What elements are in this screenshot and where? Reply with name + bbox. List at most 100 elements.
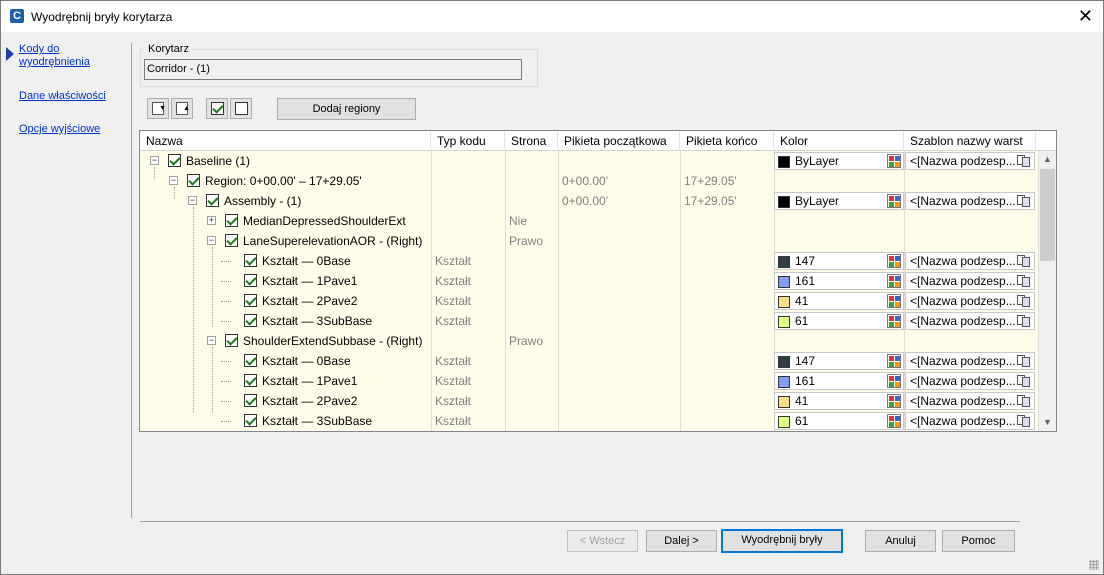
row-checkbox[interactable] <box>244 354 257 367</box>
row-checkbox[interactable] <box>244 254 257 267</box>
row-checkbox[interactable] <box>225 234 238 247</box>
collapse-node-icon[interactable]: − <box>188 196 197 205</box>
scroll-thumb[interactable] <box>1040 169 1055 261</box>
layer-template-field[interactable]: <[Nazwa podzesp... <box>905 252 1035 270</box>
table-row[interactable]: − Assembly - (1) 0+00.00' 17+29.05' ByLayer <… <box>140 191 1038 211</box>
table-row[interactable]: Kształt — 1Pave1 Kształt 161 <[Nazwa podzes… <box>140 371 1038 391</box>
color-field[interactable]: 147 <box>774 352 904 370</box>
table-row[interactable]: Kształt — 2Pave2 Kształt 41 <[Nazwa podzesp… <box>140 291 1038 311</box>
row-checkbox[interactable] <box>244 314 257 327</box>
resize-grip-icon[interactable] <box>1089 560 1099 570</box>
help-button[interactable]: Pomoc <box>942 530 1015 552</box>
color-picker-icon[interactable] <box>887 154 901 168</box>
table-row[interactable]: − Region: 0+00.00' – 17+29.05' 0+00.00' 17+… <box>140 171 1038 191</box>
color-field[interactable]: 161 <box>774 272 904 290</box>
color-picker-icon[interactable] <box>887 414 901 428</box>
row-checkbox[interactable] <box>225 214 238 227</box>
col-header-code-type[interactable]: Typ kodu <box>431 131 505 151</box>
row-checkbox[interactable] <box>225 334 238 347</box>
scroll-up-icon[interactable]: ▲ <box>1039 151 1056 168</box>
row-checkbox[interactable] <box>244 274 257 287</box>
collapse-node-icon[interactable]: − <box>150 156 159 165</box>
row-checkbox[interactable] <box>244 374 257 387</box>
nav-item-property-data[interactable]: Dane właściwości <box>19 90 106 103</box>
row-checkbox[interactable] <box>244 294 257 307</box>
table-row[interactable]: + MedianDepressedShoulderExt Nie <box>140 211 1038 231</box>
table-row[interactable]: Kształt — 2Pave2 Kształt 41 <[Nazwa podzesp… <box>140 391 1038 411</box>
col-header-name[interactable]: Nazwa <box>140 131 431 151</box>
layer-template-field[interactable]: <[Nazwa podzesp... <box>905 312 1035 330</box>
collapse-node-icon[interactable]: − <box>169 176 178 185</box>
col-header-layer-template[interactable]: Szablon nazwy warst <box>904 131 1036 151</box>
template-editor-icon[interactable] <box>1017 374 1032 388</box>
grid-vertical-scrollbar[interactable]: ▲ ▼ <box>1038 151 1056 431</box>
layer-template-field[interactable]: <[Nazwa podzesp... <box>905 372 1035 390</box>
color-field[interactable]: 41 <box>774 292 904 310</box>
table-row[interactable]: Kształt — 3SubBase Kształt 61 <[Nazwa podze… <box>140 411 1038 431</box>
col-header-color[interactable]: Kolor <box>774 131 904 151</box>
close-icon[interactable]: ✕ <box>1078 6 1093 26</box>
add-regions-button[interactable]: Dodaj regiony <box>277 98 416 120</box>
color-picker-icon[interactable] <box>887 254 901 268</box>
color-picker-icon[interactable] <box>887 194 901 208</box>
check-all-button[interactable] <box>206 98 228 119</box>
cancel-button[interactable]: Anuluj <box>865 530 936 552</box>
color-field[interactable]: 41 <box>774 392 904 410</box>
template-editor-icon[interactable] <box>1017 414 1032 428</box>
template-editor-icon[interactable] <box>1017 194 1032 208</box>
layer-template-field[interactable]: <[Nazwa podzesp... <box>905 412 1035 430</box>
color-picker-icon[interactable] <box>887 354 901 368</box>
color-field[interactable]: 61 <box>774 312 904 330</box>
layer-template-field[interactable]: <[Nazwa podzesp... <box>905 272 1035 290</box>
row-checkbox[interactable] <box>206 194 219 207</box>
template-editor-icon[interactable] <box>1017 314 1032 328</box>
color-field[interactable]: ByLayer <box>774 152 904 170</box>
layer-template-field[interactable]: <[Nazwa podzesp... <box>905 352 1035 370</box>
layer-template-field[interactable]: <[Nazwa podzesp... <box>905 392 1035 410</box>
color-picker-icon[interactable] <box>887 294 901 308</box>
table-row[interactable]: Kształt — 3SubBase Kształt 61 <[Nazwa podze… <box>140 311 1038 331</box>
color-field[interactable]: 61 <box>774 412 904 430</box>
expand-all-button[interactable]: ▼ <box>147 98 169 119</box>
collapse-node-icon[interactable]: − <box>207 336 216 345</box>
uncheck-all-button[interactable] <box>230 98 252 119</box>
row-checkbox[interactable] <box>168 154 181 167</box>
table-row[interactable]: Kształt — 1Pave1 Kształt 161 <[Nazwa podzes… <box>140 271 1038 291</box>
collapse-node-icon[interactable]: − <box>207 236 216 245</box>
layer-template-field[interactable]: <[Nazwa podzesp... <box>905 192 1035 210</box>
template-editor-icon[interactable] <box>1017 274 1032 288</box>
color-picker-icon[interactable] <box>887 374 901 388</box>
scroll-down-icon[interactable]: ▼ <box>1039 414 1056 431</box>
layer-template-field[interactable]: <[Nazwa podzesp... <box>905 292 1035 310</box>
next-button[interactable]: Dalej > <box>646 530 717 552</box>
nav-item-codes[interactable]: Kody do wyodrębnienia <box>19 43 109 69</box>
template-editor-icon[interactable] <box>1017 254 1032 268</box>
color-picker-icon[interactable] <box>887 274 901 288</box>
table-row[interactable]: − ShoulderExtendSubbase - (Right) Prawo <box>140 331 1038 351</box>
row-checkbox[interactable] <box>244 394 257 407</box>
col-header-end-station[interactable]: Pikieta końco <box>680 131 774 151</box>
table-row[interactable]: Kształt — 0Base Kształt 147 <[Nazwa podzesp… <box>140 351 1038 371</box>
color-field[interactable]: 147 <box>774 252 904 270</box>
layer-template-field[interactable]: <[Nazwa podzesp... <box>905 152 1035 170</box>
template-editor-icon[interactable] <box>1017 154 1032 168</box>
color-picker-icon[interactable] <box>887 394 901 408</box>
table-row[interactable]: − Baseline (1) ByLayer <[Nazwa podzesp... <box>140 151 1038 171</box>
template-editor-icon[interactable] <box>1017 294 1032 308</box>
collapse-all-button[interactable]: ▲ <box>171 98 193 119</box>
extract-solids-button[interactable]: Wyodrębnij bryły <box>721 529 843 553</box>
row-checkbox[interactable] <box>244 414 257 427</box>
color-field[interactable]: 161 <box>774 372 904 390</box>
color-picker-icon[interactable] <box>887 314 901 328</box>
table-row[interactable]: Kształt — 0Base Kształt 147 <[Nazwa podzesp… <box>140 251 1038 271</box>
col-header-side[interactable]: Strona <box>505 131 558 151</box>
back-button[interactable]: < Wstecz <box>567 530 638 552</box>
template-editor-icon[interactable] <box>1017 394 1032 408</box>
col-header-start-station[interactable]: Pikieta początkowa <box>558 131 680 151</box>
expand-node-icon[interactable]: + <box>207 216 216 225</box>
row-checkbox[interactable] <box>187 174 200 187</box>
color-field[interactable]: ByLayer <box>774 192 904 210</box>
template-editor-icon[interactable] <box>1017 354 1032 368</box>
nav-item-output-options[interactable]: Opcje wyjściowe <box>19 123 100 136</box>
table-row[interactable]: − LaneSuperelevationAOR - (Right) Prawo <box>140 231 1038 251</box>
